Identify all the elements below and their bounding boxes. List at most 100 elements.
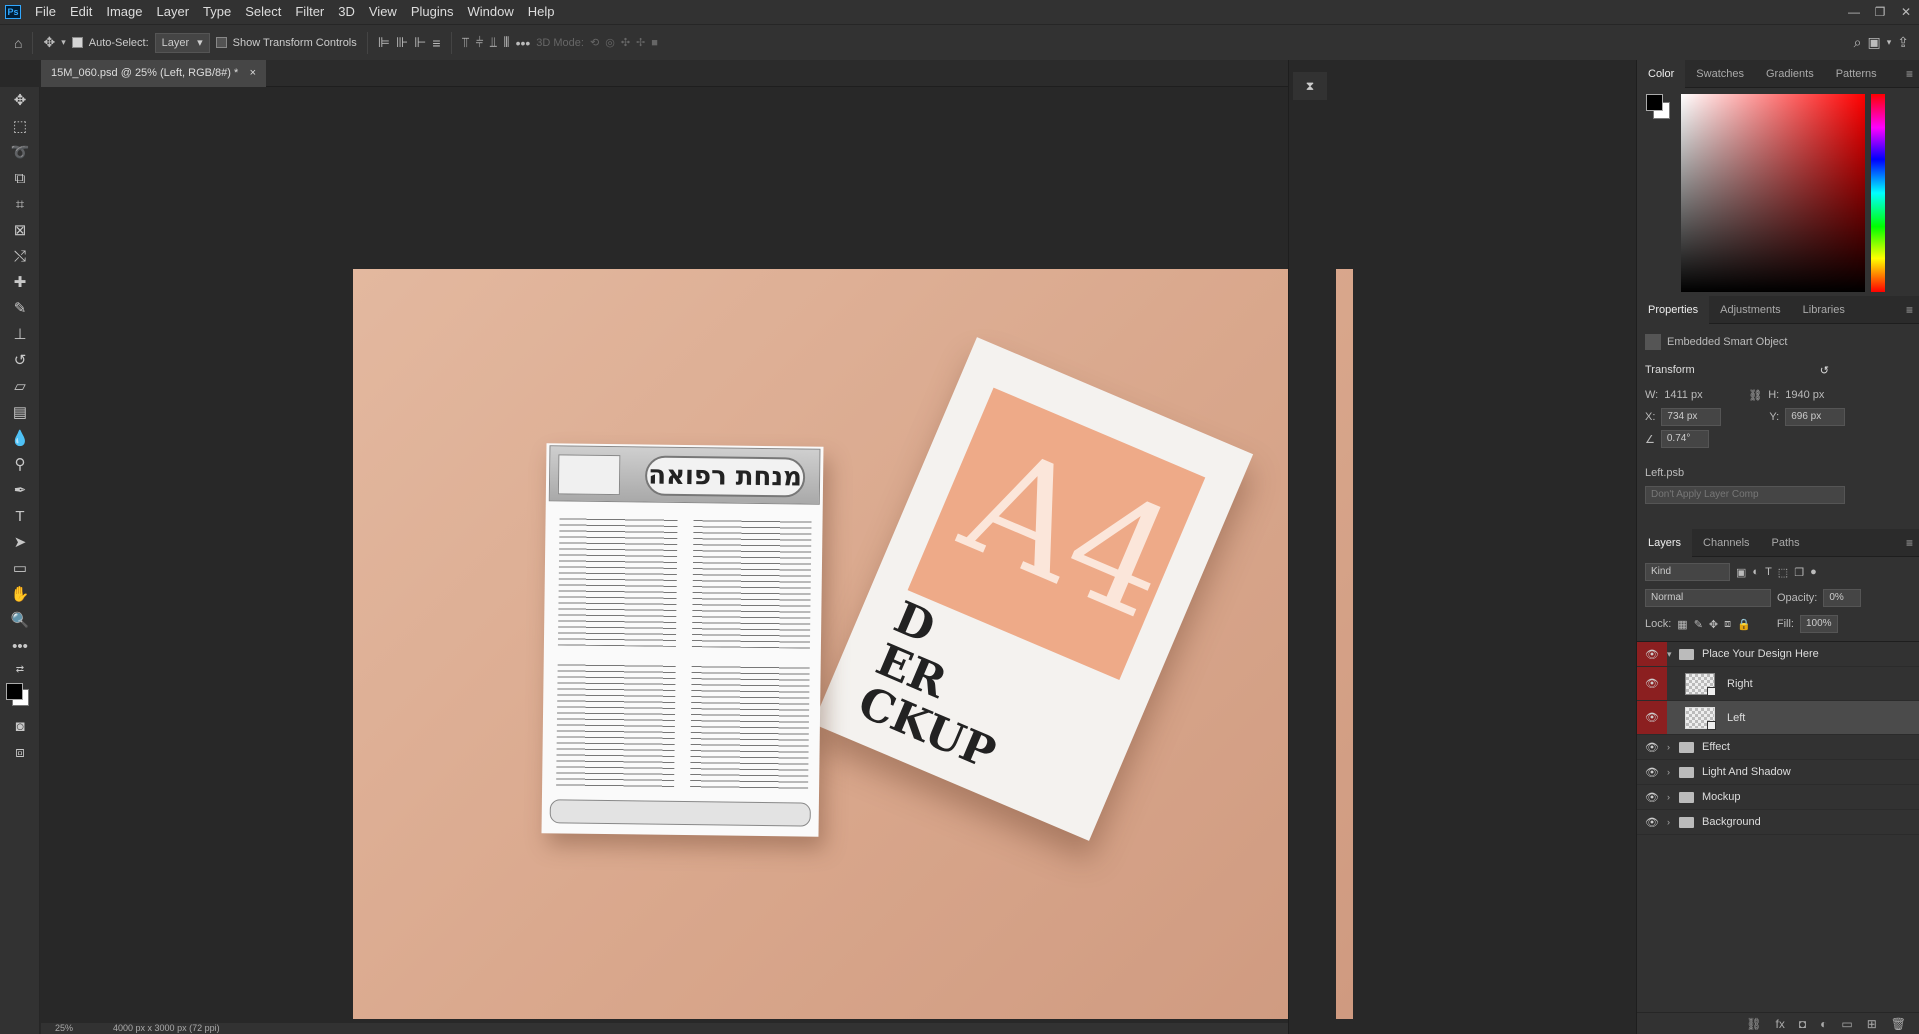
filter-kind-dropdown[interactable]: Kind (1645, 563, 1730, 581)
menu-view[interactable]: View (362, 0, 404, 24)
color-picker-field[interactable] (1681, 94, 1865, 292)
visibility-eye-icon[interactable]: 👁 (1637, 760, 1667, 784)
canvas-area[interactable]: A4 D ER CKUP מנחת רפואה (41, 88, 1353, 1023)
lock-position-icon[interactable]: ✥ (1709, 618, 1718, 631)
lock-all-icon[interactable]: 🔒 (1737, 618, 1751, 631)
chevron-right-icon[interactable]: › (1667, 742, 1679, 752)
clone-stamp-tool-icon[interactable]: ⊥ (0, 321, 40, 347)
filter-type-icon[interactable]: T (1765, 566, 1772, 578)
new-layer-icon[interactable]: ⊞ (1867, 1017, 1877, 1031)
search-icon[interactable]: ⌕ (1854, 34, 1862, 51)
layer-row-place-your-design-here[interactable]: 👁 ▾ Place Your Design Here (1637, 642, 1919, 667)
tab-layers[interactable]: Layers (1637, 528, 1693, 557)
layer-row-effect[interactable]: 👁 › Effect (1637, 735, 1919, 760)
chevron-down-icon[interactable]: ▾ (61, 37, 66, 48)
menu-image[interactable]: Image (99, 0, 149, 24)
add-mask-icon[interactable]: ◘ (1799, 1017, 1806, 1031)
tab-libraries[interactable]: Libraries (1792, 296, 1856, 324)
pen-tool-icon[interactable]: ✒ (0, 477, 40, 503)
visibility-eye-icon[interactable]: 👁 (1637, 667, 1667, 700)
link-dimensions-icon[interactable]: ⛓ (1748, 389, 1762, 402)
minimize-icon[interactable]: — (1841, 5, 1867, 19)
foreground-color-swatch[interactable] (6, 683, 23, 700)
tab-patterns[interactable]: Patterns (1825, 60, 1888, 88)
align-right-icon[interactable]: ⊩ (414, 34, 426, 51)
chevron-right-icon[interactable]: › (1667, 817, 1679, 827)
tab-swatches[interactable]: Swatches (1685, 60, 1755, 88)
foreground-color-chip[interactable] (1646, 94, 1663, 111)
angle-input[interactable]: 0.74° (1660, 430, 1709, 448)
menu-plugins[interactable]: Plugins (404, 0, 461, 24)
healing-brush-tool-icon[interactable]: ✚ (0, 269, 40, 295)
opacity-input[interactable]: 0% (1823, 589, 1862, 607)
panel-menu-icon[interactable]: ≡ (1906, 536, 1913, 550)
lock-pixels-icon[interactable]: ✎ (1694, 618, 1703, 631)
eraser-tool-icon[interactable]: ▱ (0, 373, 40, 399)
adjustment-layer-icon[interactable]: ◐ (1820, 1017, 1827, 1031)
object-select-tool-icon[interactable]: ⧉ (0, 165, 40, 191)
document-tab[interactable]: 15M_060.psd @ 25% (Left, RGB/8#) * × (41, 60, 266, 87)
zoom-level[interactable]: 25% (55, 1023, 73, 1034)
panel-menu-icon[interactable]: ≡ (1906, 67, 1913, 81)
y-input[interactable]: 696 px (1785, 408, 1846, 426)
blur-tool-icon[interactable]: 💧 (0, 425, 40, 451)
panel-menu-icon[interactable]: ≡ (1906, 303, 1913, 317)
visibility-eye-icon[interactable]: 👁 (1637, 810, 1667, 834)
history-panel-icon[interactable]: ⧗ (1293, 72, 1327, 100)
swap-colors-icon[interactable]: ⇄ (0, 659, 40, 679)
type-tool-icon[interactable]: T (0, 503, 40, 529)
layer-comp-dropdown[interactable]: Don't Apply Layer Comp (1645, 486, 1845, 504)
align-center-icon[interactable]: ⊪ (396, 34, 408, 51)
menu-type[interactable]: Type (196, 0, 238, 24)
menu-edit[interactable]: Edit (63, 0, 99, 24)
align-middle-icon[interactable]: ⫩ (475, 34, 483, 51)
move-tool-preset-icon[interactable]: ✥ (43, 34, 55, 51)
gradient-tool-icon[interactable]: ▤ (0, 399, 40, 425)
hue-slider[interactable] (1871, 94, 1885, 292)
distribute-vertical-icon[interactable]: ⦀ (503, 34, 509, 51)
lasso-tool-icon[interactable]: ➰ (0, 139, 40, 165)
layer-row-left-selected[interactable]: 👁 Left (1637, 701, 1919, 735)
fx-icon[interactable]: fx (1776, 1017, 1785, 1031)
path-selection-tool-icon[interactable]: ➤ (0, 529, 40, 555)
share-icon[interactable]: ⇪ (1897, 34, 1909, 51)
visibility-eye-icon[interactable]: 👁 (1637, 701, 1667, 734)
chevron-right-icon[interactable]: › (1667, 767, 1679, 777)
frame-tool-icon[interactable]: ⊠ (0, 217, 40, 243)
menu-filter[interactable]: Filter (288, 0, 331, 24)
chevron-right-icon[interactable]: › (1667, 792, 1679, 802)
align-bottom-icon[interactable]: ⫫ (490, 34, 498, 51)
more-options-icon[interactable]: ••• (516, 35, 531, 51)
visibility-eye-icon[interactable]: 👁 (1637, 785, 1667, 809)
smart-object-file-name[interactable]: Left.psb (1645, 467, 1684, 479)
layer-row-right[interactable]: 👁 Right (1637, 667, 1919, 701)
color-swatches[interactable] (0, 679, 40, 713)
filter-toggle-icon[interactable]: ● (1810, 566, 1817, 578)
filter-smart-object-icon[interactable]: ❐ (1794, 566, 1804, 579)
layer-row-mockup[interactable]: 👁 › Mockup (1637, 785, 1919, 810)
chevron-down-icon[interactable]: ▾ (1887, 37, 1892, 48)
x-input[interactable]: 734 px (1661, 408, 1722, 426)
history-brush-tool-icon[interactable]: ↺ (0, 347, 40, 373)
workspace-icon[interactable]: ▣ (1868, 34, 1881, 51)
more-tools-icon[interactable]: ••• (0, 633, 40, 659)
visibility-eye-icon[interactable]: 👁 (1637, 642, 1667, 666)
lock-transparent-icon[interactable]: ▦ (1677, 618, 1687, 631)
reset-transform-icon[interactable]: ↺ (1820, 364, 1829, 377)
hand-tool-icon[interactable]: ✋ (0, 581, 40, 607)
dodge-tool-icon[interactable]: ⚲ (0, 451, 40, 477)
menu-file[interactable]: File (28, 0, 63, 24)
w-value[interactable]: 1411 px (1664, 389, 1742, 401)
tab-paths[interactable]: Paths (1761, 529, 1811, 557)
quick-mask-icon[interactable]: ◙ (0, 713, 40, 739)
layer-row-background[interactable]: 👁 › Background (1637, 810, 1919, 835)
align-left-icon[interactable]: ⊫ (378, 34, 390, 51)
fill-input[interactable]: 100% (1799, 615, 1838, 633)
h-value[interactable]: 1940 px (1785, 389, 1824, 401)
zoom-tool-icon[interactable]: 🔍 (0, 607, 40, 633)
delete-layer-icon[interactable]: 🗑 (1891, 1017, 1906, 1031)
eyedropper-tool-icon[interactable]: ⤭ (0, 243, 40, 269)
menu-layer[interactable]: Layer (150, 0, 197, 24)
tab-channels[interactable]: Channels (1692, 529, 1760, 557)
distribute-icon[interactable]: ≡ (432, 35, 440, 51)
